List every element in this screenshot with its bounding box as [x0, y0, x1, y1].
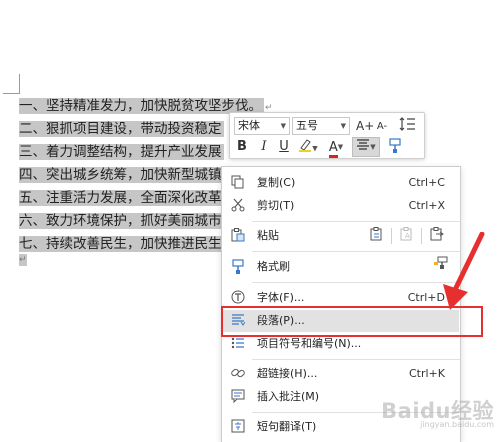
- font-icon: [230, 290, 246, 306]
- shrink-font-icon: A-: [376, 121, 388, 132]
- svg-text:A: A: [405, 232, 410, 240]
- watermark-subtext: jingyan.baidu.com: [420, 420, 494, 429]
- underline-icon: U: [279, 139, 289, 154]
- translate-icon: [230, 419, 246, 435]
- menu-separator: [252, 221, 460, 222]
- line-text[interactable]: 七、持续改善民生，加快推进民生: [19, 236, 224, 252]
- menu-shortcut: Ctrl+K: [408, 367, 445, 380]
- menu-shortcut: Ctrl+C: [408, 176, 445, 189]
- baidu-watermark: Baidu经验 jingyan.baidu.com: [381, 393, 498, 435]
- line-spacing-button[interactable]: [396, 117, 420, 136]
- menu-label: 超链接(H)...: [257, 367, 318, 380]
- menu-item-format-painter[interactable]: 格式刷: [223, 256, 459, 278]
- line-text[interactable]: 三、着力调整结构，提升产业发展: [19, 144, 224, 160]
- grow-font-button[interactable]: A+: [356, 117, 375, 136]
- scissors-icon: [230, 198, 246, 214]
- menu-label: 短句翻译(T): [257, 420, 317, 433]
- font-color-icon: A: [328, 140, 338, 158]
- menu-separator: [252, 359, 460, 360]
- line-text[interactable]: 六、致力环境保护，抓好美丽城市: [19, 213, 224, 229]
- end-paragraph-mark: ↵: [19, 254, 27, 266]
- copy-icon: [230, 175, 246, 191]
- comment-icon: [230, 389, 246, 405]
- menu-label: 剪切(T): [257, 199, 295, 212]
- bold-button[interactable]: B: [234, 138, 250, 156]
- align-center-icon: [357, 138, 370, 150]
- menu-separator: [252, 251, 460, 252]
- menu-label: 复制(C): [257, 176, 296, 189]
- annotation-arrow-icon: [443, 232, 485, 310]
- menu-shortcut: Ctrl+X: [408, 199, 445, 212]
- paste-options: A: [369, 227, 449, 245]
- font-size-value: 五号: [296, 119, 318, 132]
- paste-keep-format-icon[interactable]: [369, 227, 385, 245]
- grow-font-icon: A+: [356, 119, 375, 133]
- shrink-font-button[interactable]: A-: [374, 117, 390, 136]
- menu-item-cut[interactable]: 剪切(T) Ctrl+X: [223, 195, 459, 217]
- chevron-down-icon: ▼: [370, 143, 376, 151]
- bullets-icon: [230, 336, 246, 352]
- format-painter-icon: [389, 138, 401, 153]
- menu-item-paste[interactable]: 粘贴 A: [223, 225, 459, 247]
- line-text[interactable]: 一、坚持精准发力，加快脱贫攻坚步伐。: [19, 98, 264, 114]
- chevron-down-icon: ▼: [312, 144, 318, 153]
- highlight-button[interactable]: ▼: [296, 138, 320, 158]
- paste-options-divider: [391, 228, 392, 244]
- line-spacing-icon: [399, 117, 415, 131]
- font-name-value: 宋体: [238, 119, 260, 132]
- format-painter-button[interactable]: [384, 138, 406, 160]
- menu-label: 插入批注(M): [257, 390, 320, 403]
- font-name-select[interactable]: 宋体 ▼: [234, 117, 290, 135]
- highlighter-icon: [299, 139, 312, 152]
- menu-label: 格式刷: [257, 260, 290, 273]
- paste-options-divider: [421, 228, 422, 244]
- font-color-button[interactable]: A▼: [324, 138, 348, 158]
- format-painter-icon: [230, 259, 246, 275]
- menu-label: 粘贴: [257, 229, 279, 242]
- bold-icon: B: [237, 139, 247, 154]
- underline-button[interactable]: U: [276, 138, 292, 156]
- line-text[interactable]: 二、狠抓项目建设，带动投资稳定: [19, 121, 224, 137]
- paste-icon: [230, 228, 246, 244]
- chevron-down-icon: ▼: [337, 143, 344, 151]
- menu-item-hyperlink[interactable]: 超链接(H)... Ctrl+K: [223, 363, 459, 385]
- menu-separator: [252, 282, 460, 283]
- italic-button[interactable]: I: [256, 138, 272, 156]
- chevron-down-icon: ▼: [340, 122, 346, 130]
- paste-merge-format-icon[interactable]: A: [399, 227, 415, 245]
- align-button[interactable]: ▼: [352, 137, 380, 157]
- menu-item-copy[interactable]: 复制(C) Ctrl+C: [223, 172, 459, 194]
- page-corner-mark: [19, 74, 20, 93]
- italic-icon: I: [261, 139, 267, 154]
- mini-format-toolbar: 宋体 ▼ 五号 ▼ A+ A- B I U ▼ A▼ ▼: [229, 112, 425, 159]
- chevron-down-icon: ▼: [280, 122, 286, 130]
- link-icon: [230, 366, 246, 382]
- font-size-select[interactable]: 五号 ▼: [292, 117, 350, 135]
- page-corner-mark: [3, 93, 20, 94]
- line-text[interactable]: 五、注重活力发展，全面深化改革: [19, 190, 224, 206]
